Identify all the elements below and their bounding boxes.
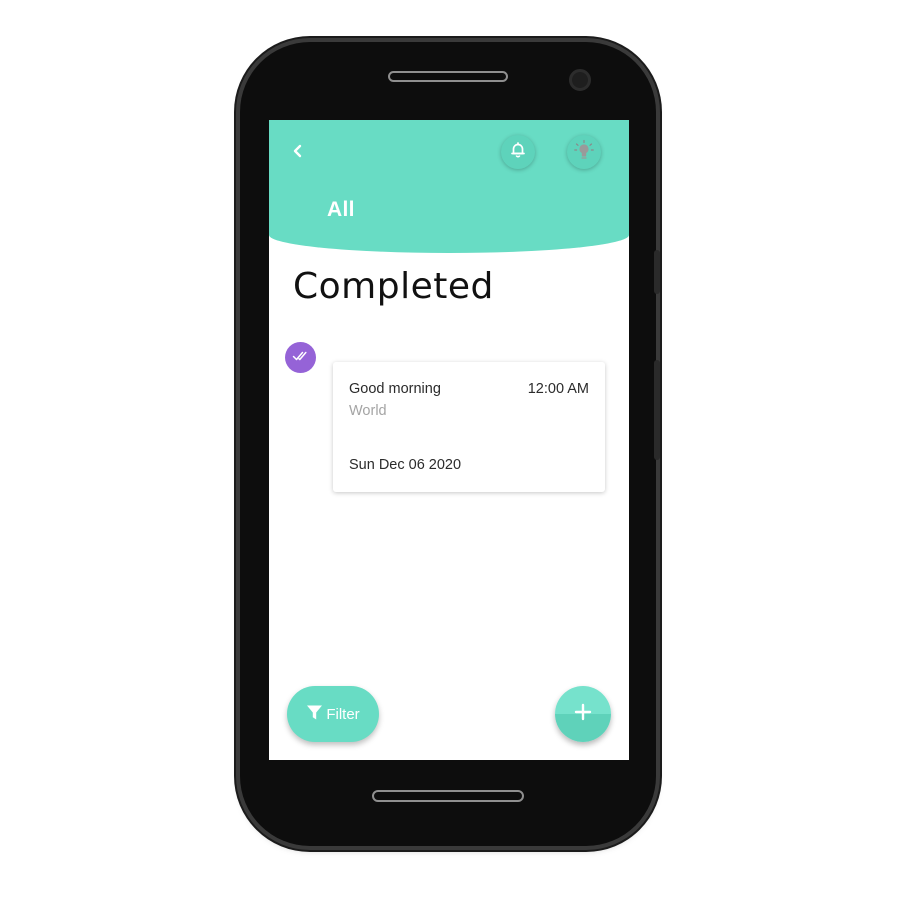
app-screen: All Completed Good morning 12:00 AM Worl… bbox=[269, 120, 629, 760]
plus-icon bbox=[574, 703, 592, 726]
task-date: Sun Dec 06 2020 bbox=[349, 457, 462, 473]
phone-volume-button bbox=[654, 360, 660, 460]
app-header: All bbox=[269, 120, 629, 253]
phone-speaker bbox=[372, 790, 524, 802]
chevron-left-icon bbox=[292, 144, 304, 163]
back-button[interactable] bbox=[287, 142, 309, 164]
funnel-icon bbox=[306, 704, 323, 725]
filter-button[interactable]: Filter bbox=[287, 686, 379, 742]
theme-toggle-button[interactable] bbox=[567, 135, 601, 169]
add-task-button[interactable] bbox=[555, 686, 611, 742]
double-check-icon bbox=[292, 349, 310, 367]
phone-camera bbox=[569, 69, 591, 91]
phone-earpiece bbox=[388, 71, 508, 82]
page-title: Completed bbox=[293, 266, 494, 307]
header-title[interactable]: All bbox=[327, 198, 355, 222]
lightbulb-icon bbox=[573, 139, 595, 166]
task-title: Good morning bbox=[349, 381, 441, 397]
task-card[interactable]: Good morning 12:00 AM World Sun Dec 06 2… bbox=[333, 362, 605, 492]
task-subtitle: World bbox=[349, 403, 387, 419]
notifications-button[interactable] bbox=[501, 135, 535, 169]
phone-side-button bbox=[654, 250, 660, 294]
filter-label: Filter bbox=[326, 705, 360, 723]
completed-status-badge bbox=[285, 342, 316, 373]
bell-icon bbox=[509, 141, 527, 164]
task-time: 12:00 AM bbox=[527, 381, 589, 397]
